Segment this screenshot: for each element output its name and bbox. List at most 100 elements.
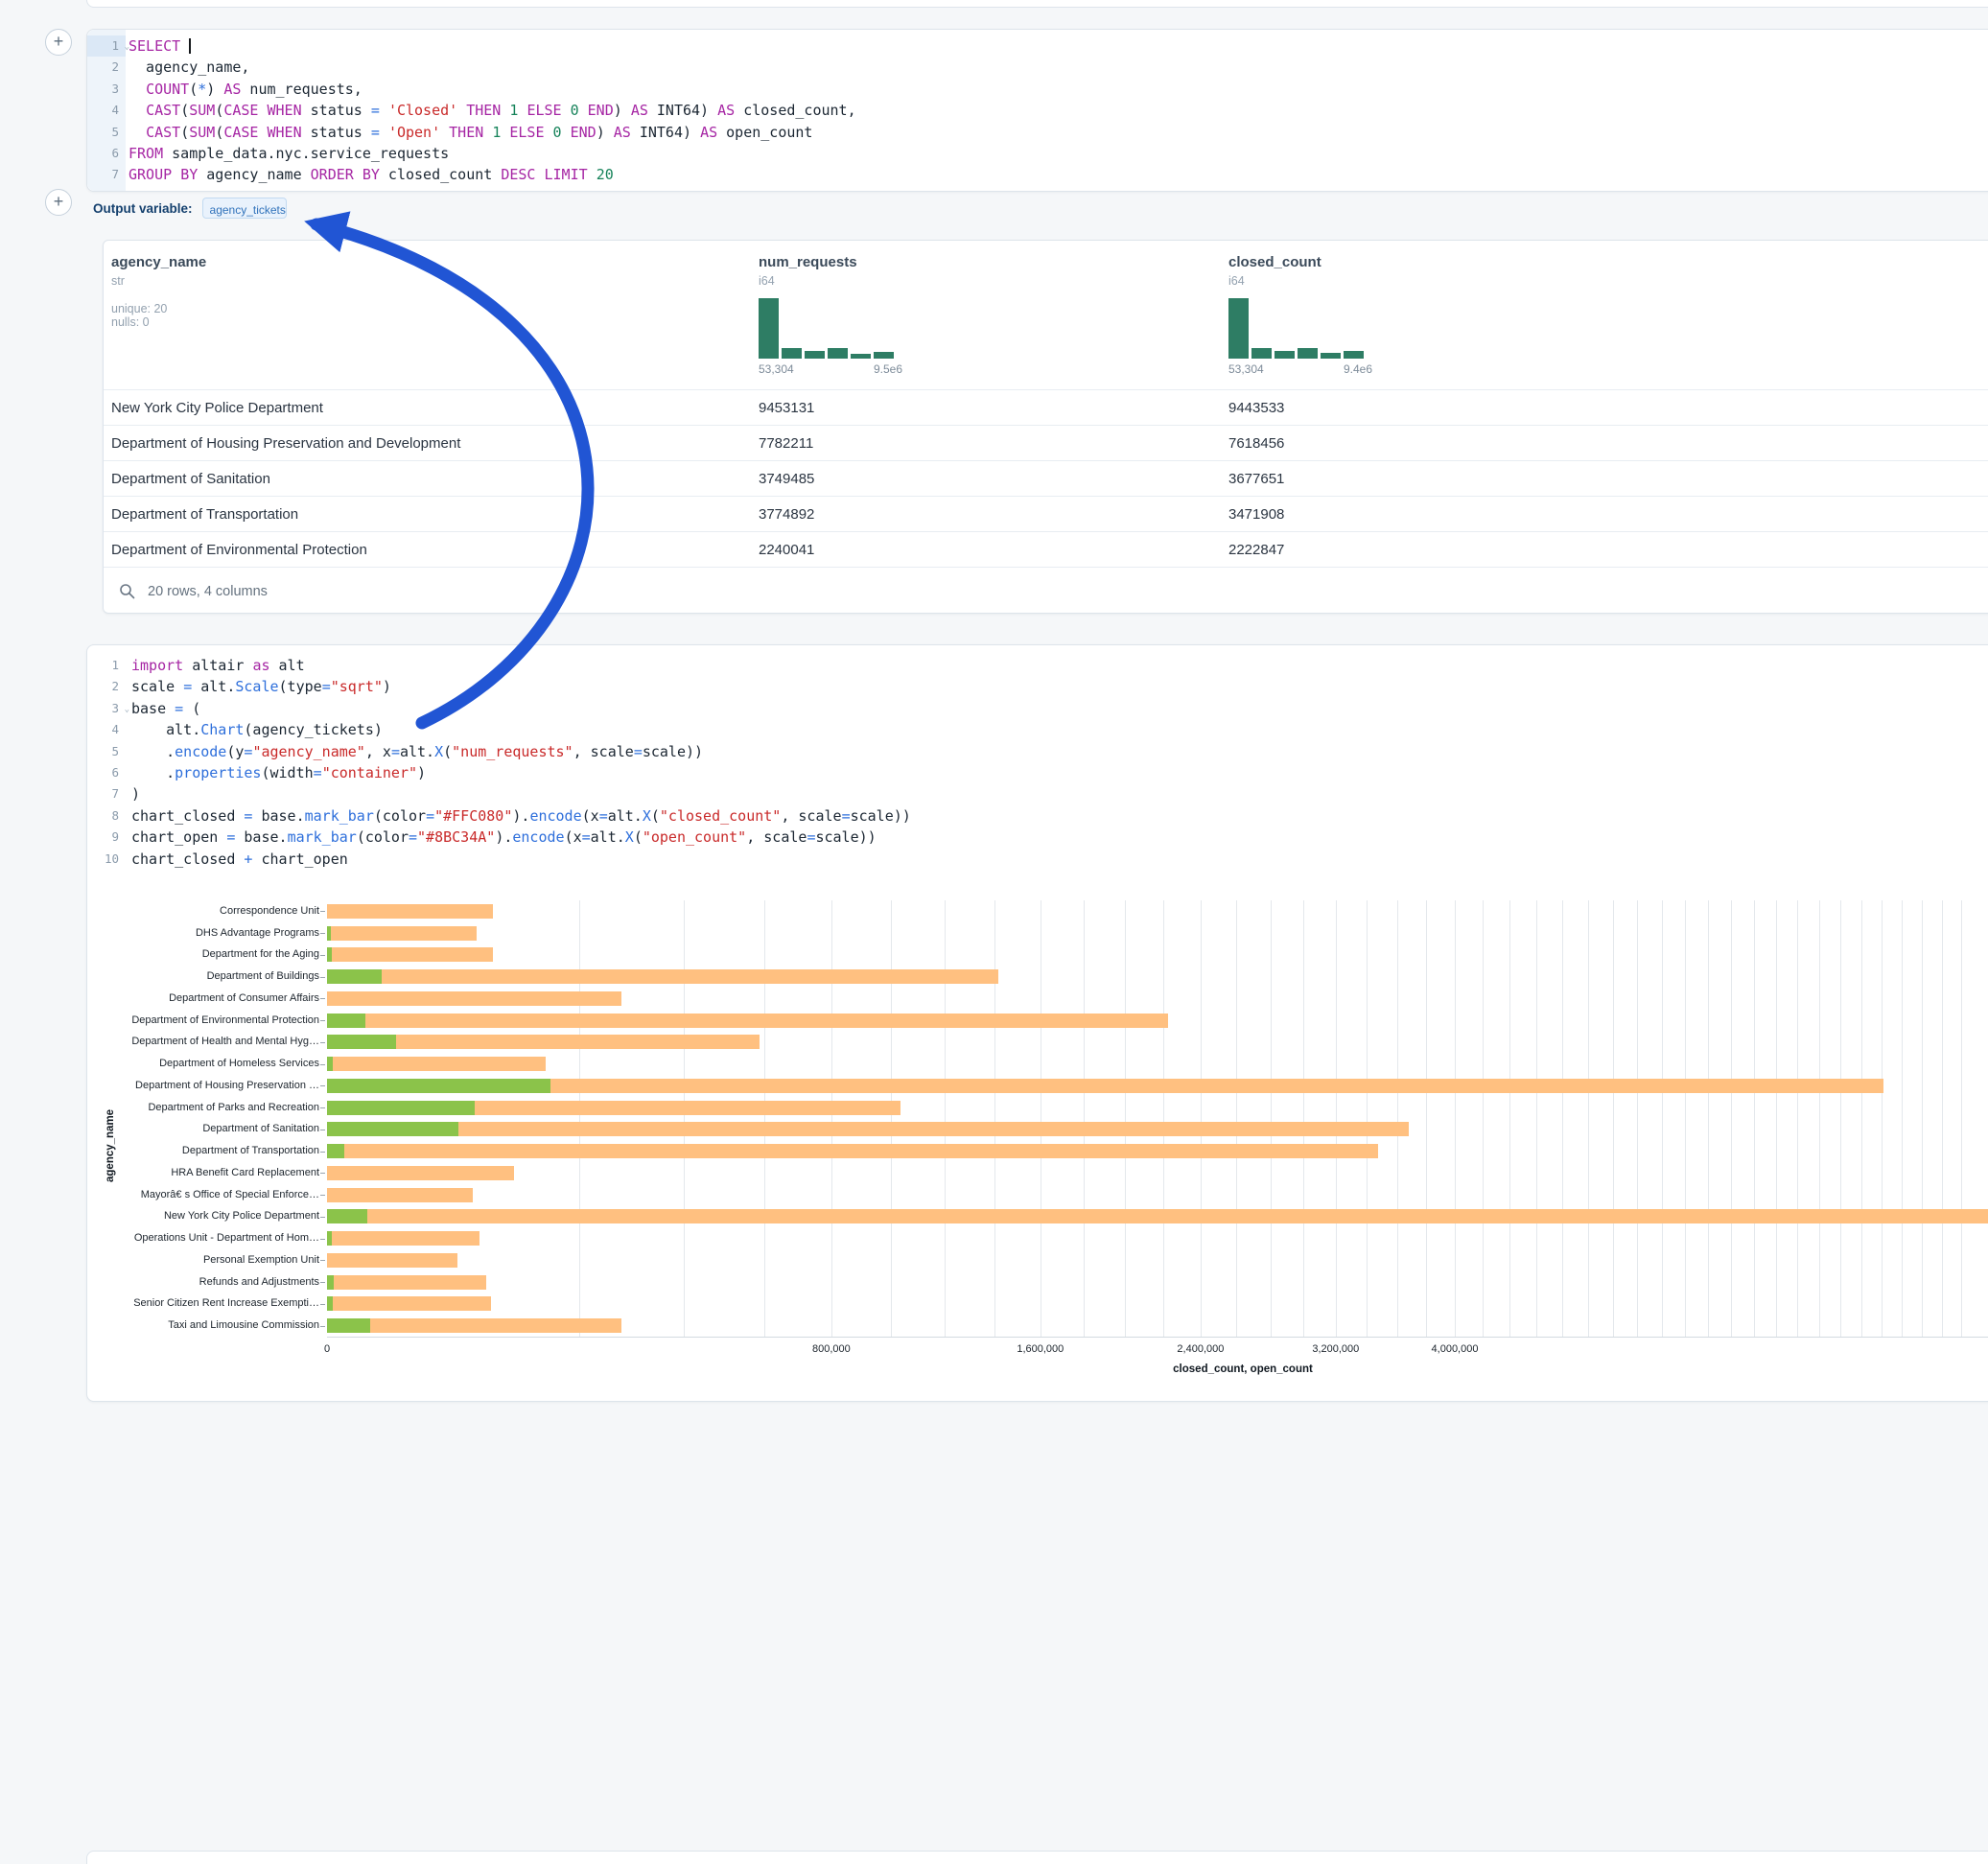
search-icon[interactable]: [119, 583, 135, 599]
code-token: ): [614, 102, 631, 119]
gridline: [994, 900, 995, 1337]
column-name: num_requests: [759, 254, 922, 270]
line-number: 6: [87, 143, 126, 164]
code-token: ORDER: [311, 166, 354, 183]
code-token: closed_count: [380, 166, 501, 183]
histogram-range-labels: 53,3049.5e6: [759, 362, 902, 376]
histogram-bar: [828, 348, 848, 359]
code-text: CAST(SUM(CASE WHEN status = 'Closed' THE…: [126, 100, 856, 121]
table-cell: 7782211: [759, 426, 813, 461]
line-number: 4: [87, 100, 126, 121]
line-number-text: 1: [111, 38, 119, 53]
chevron-down-icon[interactable]: ⌄: [125, 36, 129, 58]
code-token: (: [180, 102, 189, 119]
column-name: agency_name: [111, 254, 274, 270]
y-axis-label: Department of Parks and Recreation: [91, 1102, 319, 1113]
histogram-bar: [851, 354, 871, 359]
gridline: [1271, 900, 1272, 1337]
output-variable-label: Output variable:: [93, 201, 193, 216]
gridline: [1961, 900, 1962, 1337]
code-token: [258, 102, 267, 119]
table-row: Department of Sanitation37494853677651: [104, 460, 1988, 496]
table-cell: 3749485: [759, 461, 814, 497]
gridline: [1084, 900, 1085, 1337]
x-axis-label: 4,000,000: [1432, 1343, 1479, 1355]
axis-tick: [320, 977, 325, 978]
gridline: [684, 900, 685, 1337]
code-token: END: [571, 124, 596, 141]
code-token: [258, 124, 267, 141]
code-token: LIMIT: [545, 166, 588, 183]
code-token: THEN: [449, 124, 483, 141]
code-line: 5 CAST(SUM(CASE WHEN status = 'Open' THE…: [87, 122, 1988, 143]
code-token: FROM: [129, 145, 163, 162]
bar-open: [327, 1122, 458, 1136]
y-axis-label: HRA Benefit Card Replacement: [91, 1167, 319, 1178]
gridline: [1685, 900, 1686, 1337]
y-axis-label: Taxi and Limousine Commission: [91, 1319, 319, 1331]
column-type: str: [111, 274, 274, 288]
code-token: [380, 102, 388, 119]
column-histogram: [1228, 295, 1372, 359]
table-cell: 3471908: [1228, 497, 1284, 532]
code-text: SELECT: [126, 35, 191, 57]
add-cell-button-top[interactable]: +: [45, 29, 72, 56]
gridline: [1819, 900, 1820, 1337]
bar-open: [327, 1209, 367, 1223]
add-cell-button-middle[interactable]: +: [45, 189, 72, 216]
table-row: Department of Transportation377489234719…: [104, 496, 1988, 531]
gridline: [1336, 900, 1337, 1337]
table-cell: Department of Transportation: [111, 497, 298, 532]
code-token: GROUP: [129, 166, 172, 183]
code-line: 2 agency_name,: [87, 57, 1988, 78]
bar-closed: [327, 1166, 514, 1180]
y-axis-label: Department of Consumer Affairs: [91, 992, 319, 1004]
code-token: open_count: [717, 124, 812, 141]
line-number: 2: [87, 57, 126, 78]
code-token: (: [189, 81, 198, 98]
gridline: [1509, 900, 1510, 1337]
code-text: FROM sample_data.nyc.service_requests: [126, 143, 449, 164]
axis-tick: [320, 1020, 325, 1021]
output-variable-chip[interactable]: agency_tickets: [202, 198, 287, 219]
code-line: 4 CAST(SUM(CASE WHEN status = 'Closed' T…: [87, 100, 1988, 121]
code-token: [354, 166, 363, 183]
y-axis-label: Personal Exemption Unit: [91, 1254, 319, 1266]
bar-open: [327, 947, 332, 962]
table-footer: 20 rows, 4 columns: [104, 567, 1988, 615]
table-cell: 7618456: [1228, 426, 1284, 461]
axis-tick: [320, 1085, 325, 1086]
code-token: END: [588, 102, 614, 119]
bar-open: [327, 1275, 334, 1290]
histogram-bar: [1298, 348, 1318, 359]
code-token: [380, 124, 388, 141]
code-token: CASE: [223, 102, 258, 119]
gridline: [1708, 900, 1709, 1337]
bar-closed: [327, 991, 621, 1006]
code-token: AS: [717, 102, 735, 119]
x-axis-label: 2,400,000: [1177, 1343, 1224, 1355]
y-axis-label: Department of Environmental Protection: [91, 1014, 319, 1026]
code-text: COUNT(*) AS num_requests,: [126, 79, 363, 100]
axis-tick: [320, 1152, 325, 1153]
code-line: 6FROM sample_data.nyc.service_requests: [87, 143, 1988, 164]
result-table-card: agency_namestrunique: 20nulls: 0num_requ…: [103, 240, 1988, 614]
code-token: (: [180, 124, 189, 141]
axis-tick: [320, 1217, 325, 1218]
table-cell: Department of Sanitation: [111, 461, 270, 497]
code-token: status: [302, 124, 371, 141]
y-axis-label: Department of Sanitation: [91, 1123, 319, 1134]
code-token: [180, 37, 189, 55]
code-token: [457, 102, 466, 119]
code-token: agency_name,: [129, 58, 249, 76]
axis-tick: [320, 1107, 325, 1108]
axis-tick: [320, 1260, 325, 1261]
sql-code-editor[interactable]: 1⌄SELECT 2 agency_name,3 COUNT(*) AS num…: [87, 35, 1988, 186]
gridline: [1942, 900, 1943, 1337]
gridline: [1236, 900, 1237, 1337]
bar-closed: [327, 926, 477, 941]
histogram-min-label: 53,304: [759, 362, 794, 376]
code-token: 'Open': [388, 124, 440, 141]
bar-closed: [327, 904, 493, 919]
bar-open: [327, 1035, 396, 1049]
